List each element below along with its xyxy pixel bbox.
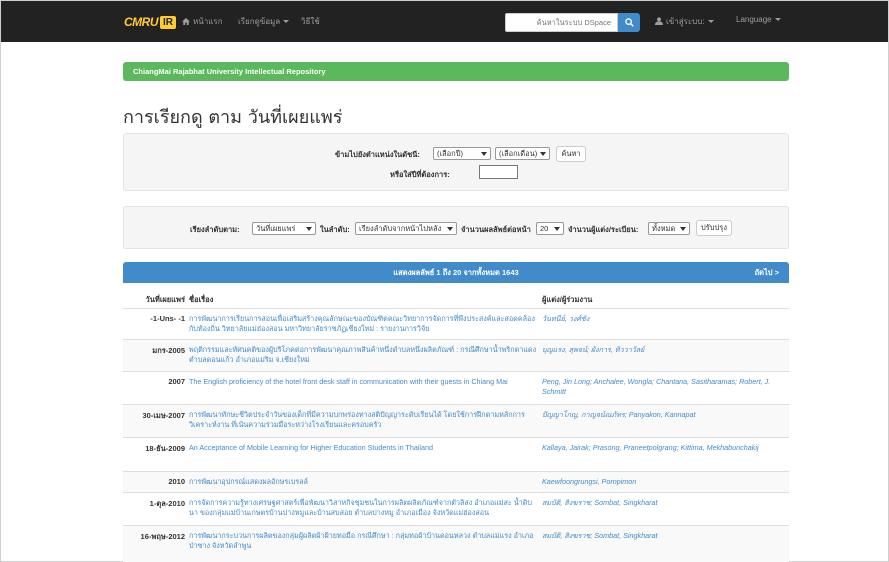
chevron-down-icon: [306, 227, 312, 231]
column-header-date[interactable]: วันที่เผยแพร่: [146, 294, 185, 306]
results-panel-heading: แสดงผลลัพธ์ 1 ถึง 20 จากทั้งหมด 1643 ถัด…: [123, 262, 789, 283]
authors-value: ทั้งหมด: [652, 224, 676, 233]
row-authors-link[interactable]: Kallaya, Jairak; Prasong, Praneetpolgran…: [542, 443, 782, 453]
nav-login-dropdown[interactable]: เข้าสู่ระบบ:: [655, 15, 714, 28]
row-title-link[interactable]: An Acceptance of Mobile Learning for Hig…: [189, 443, 539, 453]
row-authors-link[interactable]: สมบัติ, สิงฆราช; Sombat, Singkharat: [542, 531, 782, 541]
order-label: ในลำดับ:: [320, 225, 350, 234]
table-row: 1-ตุล-2010 การจัดการความรู้ทางเศรษฐศาสตร…: [123, 492, 789, 525]
authors-select[interactable]: ทั้งหมด: [648, 222, 690, 235]
nav-home-link[interactable]: หน้าแรก: [182, 15, 223, 28]
chevron-down-icon: [283, 20, 290, 23]
per-page-label: จำนวนผลลัพธ์ต่อหน้า: [461, 225, 531, 234]
nav-language-dropdown[interactable]: Language: [736, 15, 781, 24]
brand-text: CMRU: [124, 15, 159, 29]
sort-options-form: เรียงลำดับตาม: วันที่เผยแพร่ ในลำดับ: เร…: [123, 206, 789, 249]
nav-login-label: เข้าสู่ระบบ:: [666, 17, 705, 26]
chevron-down-icon: [447, 227, 453, 231]
search-input[interactable]: [505, 13, 618, 32]
nav-browse-label: เรียกดูข้อมูล: [238, 17, 281, 26]
jump-to-form: ข้ามไปยังตำแหน่งในดัชนี: (เลือกปี) (เลือ…: [123, 133, 789, 191]
home-icon: [182, 18, 190, 25]
row-title-link[interactable]: พฤติกรรมและทัศนคติของผู้บริโภคต่อการพัฒน…: [189, 345, 539, 365]
results-summary: แสดงผลลัพธ์ 1 ถึง 20 จากทั้งหมด 1643: [393, 268, 519, 277]
brand-logo[interactable]: CMRU IR: [124, 13, 176, 31]
row-authors-link[interactable]: บุญแรง, สุพจน์; ผังการ, ทิววาวัลย์: [542, 345, 782, 355]
repository-header[interactable]: ChiangMai Rajabhat University Intellectu…: [123, 62, 789, 81]
column-header-title[interactable]: ชื่อเรื่อง: [189, 294, 213, 306]
column-header-authors[interactable]: ผู้แต่ง/ผู้ร่วมงาน: [542, 294, 592, 306]
row-date: 1-ตุล-2010: [149, 499, 185, 508]
table-row: 18-ธัน-2009 An Acceptance of Mobile Lear…: [123, 437, 789, 471]
nav-home-label: หน้าแรก: [193, 17, 223, 26]
jump-go-button[interactable]: ค้นหา: [556, 146, 586, 162]
page-title: การเรียกดู ตาม วันที่เผยแพร่: [123, 107, 343, 128]
row-title-link[interactable]: การพัฒนากระบวนการผลิตของกลุ่มผู้ผลิตผ้าฝ…: [189, 531, 539, 551]
search-button[interactable]: [618, 13, 640, 32]
nav-help-link[interactable]: วิธีใช้: [301, 15, 320, 28]
chevron-down-icon: [481, 152, 487, 156]
brand-badge: IR: [160, 15, 176, 29]
row-title-link[interactable]: การจัดการความรู้ทางเศรษฐศาสตร์เพื่อพัฒนา…: [189, 498, 539, 518]
nav-browse-dropdown[interactable]: เรียกดูข้อมูล: [238, 15, 290, 28]
chevron-down-icon: [554, 227, 560, 231]
year-select[interactable]: (เลือกปี): [433, 147, 491, 160]
row-date: 18-ธัน-2009: [145, 444, 185, 453]
sort-by-label: เรียงลำดับตาม:: [190, 225, 240, 234]
row-authors-link[interactable]: ปัญญาโกญ, กาญจน์ณภัทร; Panyakon, Kannapa…: [542, 410, 782, 420]
user-icon: [655, 17, 663, 25]
order-value: เรียงลำดับจากหน้าไปหลัง: [359, 224, 442, 233]
nav-language-label: Language: [736, 15, 772, 24]
table-row: มกร-2005 พฤติกรรมและทัศนคติของผู้บริโภคต…: [123, 339, 789, 371]
row-date: 30-เมษ-2007: [142, 411, 185, 420]
row-title-link[interactable]: การพัฒนาอุปกรณ์แสดงผลอักษรเบรลล์: [189, 477, 539, 487]
table-row: 2007 The English proficiency of the hote…: [123, 371, 789, 404]
sort-by-select[interactable]: วันที่เผยแพร่: [252, 222, 316, 235]
row-title-link[interactable]: การพัฒนาทักษะชีวิตประจำวันของเด็กที่มีคว…: [189, 410, 539, 430]
chevron-down-icon: [774, 18, 781, 21]
row-date: 2007: [168, 377, 185, 386]
search-icon: [624, 18, 634, 27]
nav-help-label: วิธีใช้: [301, 17, 320, 26]
year-input[interactable]: [479, 165, 518, 179]
jump-label: ข้ามไปยังตำแหน่งในดัชนี:: [335, 150, 420, 159]
next-page-link[interactable]: ถัดไป >: [755, 262, 779, 283]
per-page-value: 20: [540, 224, 549, 233]
chevron-down-icon: [540, 152, 546, 156]
row-authors-link[interactable]: สมบัติ, สิงฆราช; Sombat, Singkharat: [542, 498, 782, 508]
per-page-select[interactable]: 20: [536, 222, 564, 235]
row-authors-link[interactable]: Peng, Jin Long; Anchalee, Wongla; Chanta…: [542, 377, 782, 397]
month-select-value: (เลือกเดือน): [499, 149, 538, 158]
row-title-link[interactable]: The English proficiency of the hotel fro…: [189, 377, 539, 387]
row-authors-link[interactable]: วันทนีย์, วงศ์ชัง: [542, 314, 782, 324]
row-date: มกร-2005: [152, 346, 185, 355]
year-select-value: (เลือกปี): [437, 149, 463, 158]
chevron-down-icon: [680, 227, 686, 231]
update-button[interactable]: ปรับปรุง: [696, 220, 732, 236]
month-select[interactable]: (เลือกเดือน): [495, 147, 550, 160]
year-type-label: หรือใส่ปีที่ต้องการ:: [390, 170, 450, 179]
chevron-down-icon: [707, 20, 714, 23]
row-date: -1-Uns- -1: [150, 314, 185, 323]
table-row: 30-เมษ-2007 การพัฒนาทักษะชีวิตประจำวันขอ…: [123, 404, 789, 437]
table-row: 2010 การพัฒนาอุปกรณ์แสดงผลอักษรเบรลล์ Ka…: [123, 471, 789, 492]
table-row: -1-Uns- -1 การพัฒนาการเรียนการสอนเพื่อเส…: [123, 308, 789, 339]
row-title-link[interactable]: การพัฒนาการเรียนการสอนเพื่อเสริมสร้างคุณ…: [189, 314, 539, 334]
row-authors-link[interactable]: Kaewfoongrungsi, Pornpimon: [542, 477, 782, 487]
row-date: 16-พฤษ-2012: [140, 532, 185, 541]
table-row: 16-พฤษ-2012 การพัฒนากระบวนการผลิตของกลุ่…: [123, 525, 789, 562]
sort-by-value: วันที่เผยแพร่: [256, 224, 296, 233]
row-date: 2010: [168, 477, 185, 486]
order-select[interactable]: เรียงลำดับจากหน้าไปหลัง: [355, 222, 457, 235]
authors-label: จำนวนผู้แต่ง/ระเบียน:: [568, 225, 639, 234]
top-navbar: CMRU IR หน้าแรก เรียกดูข้อมูล วิธีใช้ เข…: [1, 1, 888, 42]
